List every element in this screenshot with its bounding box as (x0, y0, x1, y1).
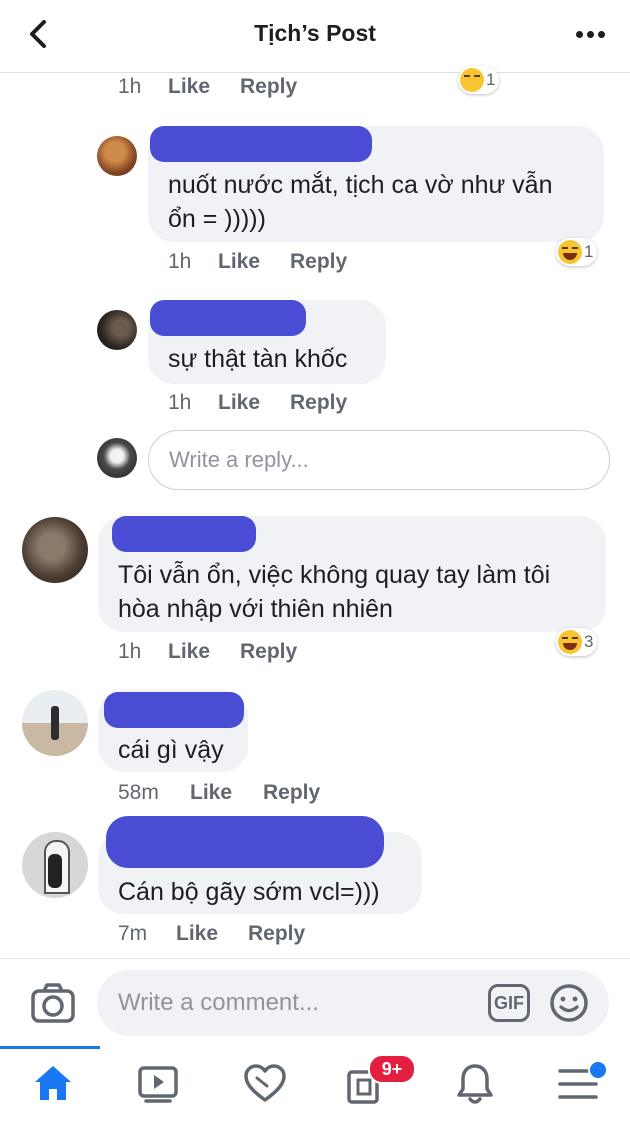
reaction-count: 3 (584, 632, 594, 651)
haha-emoji-icon (558, 240, 582, 264)
like-button[interactable]: Like (218, 250, 260, 274)
notifications-badge: 9+ (368, 1054, 416, 1084)
dating-heart-icon[interactable] (243, 1064, 287, 1104)
avatar[interactable] (22, 690, 88, 756)
comment-text: sự thật tàn khốc (168, 345, 348, 373)
tab-bar (0, 1047, 630, 1121)
reaction-badge[interactable]: 1 (556, 238, 598, 266)
like-button[interactable]: Like (168, 75, 210, 99)
timestamp: 7m (118, 922, 148, 945)
menu-notification-dot (588, 1060, 608, 1080)
reply-button[interactable]: Reply (290, 391, 347, 415)
camera-icon[interactable] (30, 982, 76, 1024)
page-title: Tịch’s Post (254, 20, 376, 46)
like-button[interactable]: Like (176, 922, 218, 946)
home-icon[interactable] (32, 1062, 74, 1104)
comment-input-placeholder: Write a comment... (118, 989, 319, 1016)
reply-input-placeholder: Write a reply... (169, 447, 309, 472)
comment-text: cái gì vậy (118, 736, 224, 764)
redacted-author-name[interactable] (150, 126, 372, 162)
comment-meta: 1h Like Reply (168, 391, 488, 417)
timestamp: 1h (168, 250, 192, 273)
active-tab-indicator (0, 1046, 100, 1049)
like-button[interactable]: Like (218, 391, 260, 415)
reaction-badge[interactable]: 1 (458, 66, 500, 94)
reaction-count: 1 (486, 70, 496, 89)
avatar (97, 438, 137, 478)
comment-text: Tôi vẫn ổn, việc không quay tay làm tôi (118, 561, 551, 589)
timestamp: 1h (168, 391, 192, 414)
comment-meta: 7m Like Reply (118, 922, 438, 948)
video-icon[interactable] (137, 1064, 179, 1104)
bell-icon[interactable] (455, 1062, 495, 1106)
haha-emoji-icon (558, 630, 582, 654)
comment-meta: 1h Like Reply (118, 75, 438, 101)
comment-text: nuốt nước mắt, tịch ca vờ như vẫn (168, 171, 553, 199)
reply-button[interactable]: Reply (248, 922, 305, 946)
timestamp: 1h (118, 640, 142, 663)
redacted-author-name[interactable] (150, 300, 306, 336)
comment-text: hòa nhập với thiên nhiên (118, 595, 393, 623)
gif-icon[interactable]: GIF (488, 984, 530, 1022)
reply-button[interactable]: Reply (240, 640, 297, 664)
avatar[interactable] (22, 832, 88, 898)
more-dots-icon[interactable] (570, 18, 610, 48)
comment-meta: 1h Like Reply (168, 250, 488, 276)
reply-button[interactable]: Reply (263, 781, 320, 805)
reply-button[interactable]: Reply (290, 250, 347, 274)
avatar[interactable] (22, 517, 88, 583)
comment-meta: 58m Like Reply (118, 781, 438, 807)
comment-meta: 1h Like Reply (118, 640, 438, 666)
like-button[interactable]: Like (190, 781, 232, 805)
redacted-author-name[interactable] (104, 692, 244, 728)
comment-text: Cán bộ gãy sớm vcl=))) (118, 878, 380, 906)
smiley-icon[interactable] (549, 983, 589, 1023)
reply-button[interactable]: Reply (240, 75, 297, 99)
sad-emoji-icon (460, 68, 484, 92)
redacted-author-name[interactable] (106, 816, 384, 868)
avatar[interactable] (97, 310, 137, 350)
reaction-count: 1 (584, 242, 594, 261)
like-button[interactable]: Like (168, 640, 210, 664)
timestamp: 1h (118, 75, 142, 98)
redacted-author-name[interactable] (112, 516, 256, 552)
reaction-badge[interactable]: 3 (556, 628, 598, 656)
comment-text: ổn = ))))) (168, 205, 266, 233)
timestamp: 58m (118, 781, 159, 804)
avatar[interactable] (97, 136, 137, 176)
